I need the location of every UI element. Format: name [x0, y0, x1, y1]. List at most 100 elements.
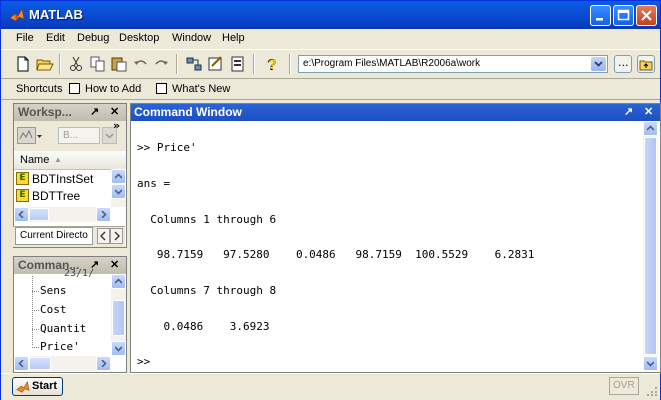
output-line: Columns 1 through 6	[137, 213, 277, 226]
menu-bar: File Edit Debug Desktop Window Help	[1, 29, 660, 49]
arrow-right-icon	[101, 211, 107, 218]
command-line: >> Price'	[137, 141, 197, 154]
command-history-panel: Comman... ↗ ✕ 23/1/ Sens Cost Quantit Pr…	[13, 256, 127, 373]
menu-edit[interactable]: Edit	[46, 32, 65, 44]
menu-help[interactable]: Help	[222, 32, 245, 44]
close-icon	[641, 10, 652, 21]
toolbar-separator	[253, 54, 255, 74]
scroll-up-button[interactable]	[111, 274, 126, 289]
workspace-horizontal-scrollbar[interactable]	[14, 207, 111, 222]
simulink-icon[interactable]	[185, 55, 203, 73]
resize-grip-icon[interactable]	[645, 385, 658, 397]
paste-icon[interactable]	[110, 55, 128, 73]
scroll-left-button[interactable]	[14, 356, 29, 371]
scroll-down-button[interactable]	[111, 184, 126, 199]
matlab-logo-icon	[16, 381, 30, 393]
copy-icon[interactable]	[89, 55, 107, 73]
profiler-icon[interactable]	[229, 55, 247, 73]
parent-directory-button[interactable]	[637, 55, 655, 73]
undock-icon[interactable]: ↗	[624, 105, 633, 118]
tree-line	[32, 291, 39, 292]
tree-line	[32, 276, 33, 346]
scroll-up-button[interactable]	[111, 169, 126, 184]
scroll-right-button[interactable]	[96, 207, 111, 222]
command-window-header[interactable]: Command Window ↗ ✕	[131, 104, 660, 121]
scroll-thumb[interactable]	[29, 208, 49, 221]
close-panel-icon[interactable]: ✕	[110, 105, 119, 118]
menu-desktop[interactable]: Desktop	[119, 32, 159, 44]
sort-ascending-icon: ▲	[54, 155, 62, 164]
minimize-button[interactable]	[590, 5, 611, 26]
history-item[interactable]: Price'	[40, 340, 80, 353]
shortcut-whats-new[interactable]: What's New	[172, 83, 230, 95]
command-window-vertical-scrollbar[interactable]	[643, 121, 658, 371]
plot-variable-icon[interactable]	[17, 127, 43, 145]
stack-selector[interactable]: B...	[58, 127, 100, 144]
output-line: 98.7159 97.5280 0.0486 98.7159 100.5529 …	[137, 248, 535, 261]
stack-value: B...	[63, 130, 79, 141]
menu-window[interactable]: Window	[172, 32, 211, 44]
browse-directory-button[interactable]: ...	[614, 55, 632, 73]
tab-scroll-left-button[interactable]	[97, 228, 110, 244]
shortcut-how-to-add[interactable]: How to Add	[85, 83, 141, 95]
variable-name: BDTInstSet	[32, 172, 94, 186]
history-session-header[interactable]: 23/1/	[64, 268, 94, 279]
command-prompt[interactable]: >>	[137, 355, 150, 368]
start-button[interactable]: Start	[12, 377, 63, 396]
history-horizontal-scrollbar[interactable]	[14, 356, 111, 371]
workspace-header[interactable]: Worksp... ↗ ✕	[14, 104, 126, 121]
history-item[interactable]: Quantit	[40, 322, 86, 335]
minimize-icon	[596, 18, 603, 21]
workspace-title: Worksp...	[18, 105, 72, 119]
command-window-title: Command Window	[134, 105, 242, 119]
command-window-output[interactable]: >> Price' ans = Columns 1 through 6 98.7…	[131, 121, 643, 371]
tab-current-directory[interactable]: Current Directo	[15, 227, 93, 245]
shortcuts-label: Shortcuts	[16, 83, 63, 95]
help-icon[interactable]: ??	[263, 55, 281, 73]
open-file-icon[interactable]	[36, 55, 54, 73]
close-button[interactable]	[636, 5, 657, 26]
output-line: ans =	[137, 177, 171, 190]
current-directory-field[interactable]: e:\Program Files\MATLAB\R2006a\work	[298, 55, 608, 73]
more-tools-icon[interactable]: »	[113, 119, 120, 132]
tree-line	[32, 329, 39, 330]
workspace-vertical-scrollbar[interactable]	[111, 169, 126, 207]
tree-line	[32, 310, 39, 311]
scroll-up-button[interactable]	[643, 121, 658, 136]
guide-icon[interactable]	[207, 55, 225, 73]
history-item[interactable]: Cost	[40, 303, 67, 316]
shortcut-icon	[156, 83, 167, 94]
scroll-down-button[interactable]	[643, 356, 658, 371]
maximize-button[interactable]	[613, 5, 634, 26]
variable-name: BDTTree	[32, 189, 81, 203]
scroll-thumb[interactable]	[29, 357, 51, 370]
arrow-down-icon	[647, 361, 654, 367]
cut-icon[interactable]	[67, 55, 85, 73]
scroll-right-button[interactable]	[96, 356, 111, 371]
undo-icon[interactable]	[132, 55, 150, 73]
shortcut-icon	[69, 83, 80, 94]
scroll-down-button[interactable]	[111, 341, 126, 356]
toolbar-separator	[289, 54, 291, 74]
menu-file[interactable]: File	[16, 32, 34, 44]
output-line: Columns 7 through 8	[137, 284, 277, 297]
workspace-name-header[interactable]: Name ▲	[14, 151, 126, 170]
close-panel-icon[interactable]: ✕	[110, 258, 119, 271]
scroll-left-button[interactable]	[14, 207, 29, 222]
scroll-thumb[interactable]	[644, 137, 657, 355]
arrow-up-icon	[115, 278, 122, 284]
history-item[interactable]: Sens	[40, 284, 67, 297]
tab-scroll-right-button[interactable]	[110, 228, 123, 244]
directory-dropdown-button[interactable]	[591, 57, 606, 71]
undock-icon[interactable]: ↗	[90, 105, 99, 118]
title-bar[interactable]: MATLAB	[1, 1, 660, 29]
arrow-right-icon	[101, 360, 107, 367]
history-vertical-scrollbar[interactable]	[111, 274, 126, 356]
menu-debug[interactable]: Debug	[77, 32, 109, 44]
redo-icon[interactable]	[152, 55, 170, 73]
command-window: Command Window ↗ ✕ >> Price' ans = Colum…	[130, 103, 661, 373]
close-panel-icon[interactable]: ✕	[644, 105, 653, 118]
new-file-icon[interactable]	[14, 55, 32, 73]
toolbar-separator	[59, 54, 61, 74]
scroll-thumb[interactable]	[112, 300, 125, 336]
